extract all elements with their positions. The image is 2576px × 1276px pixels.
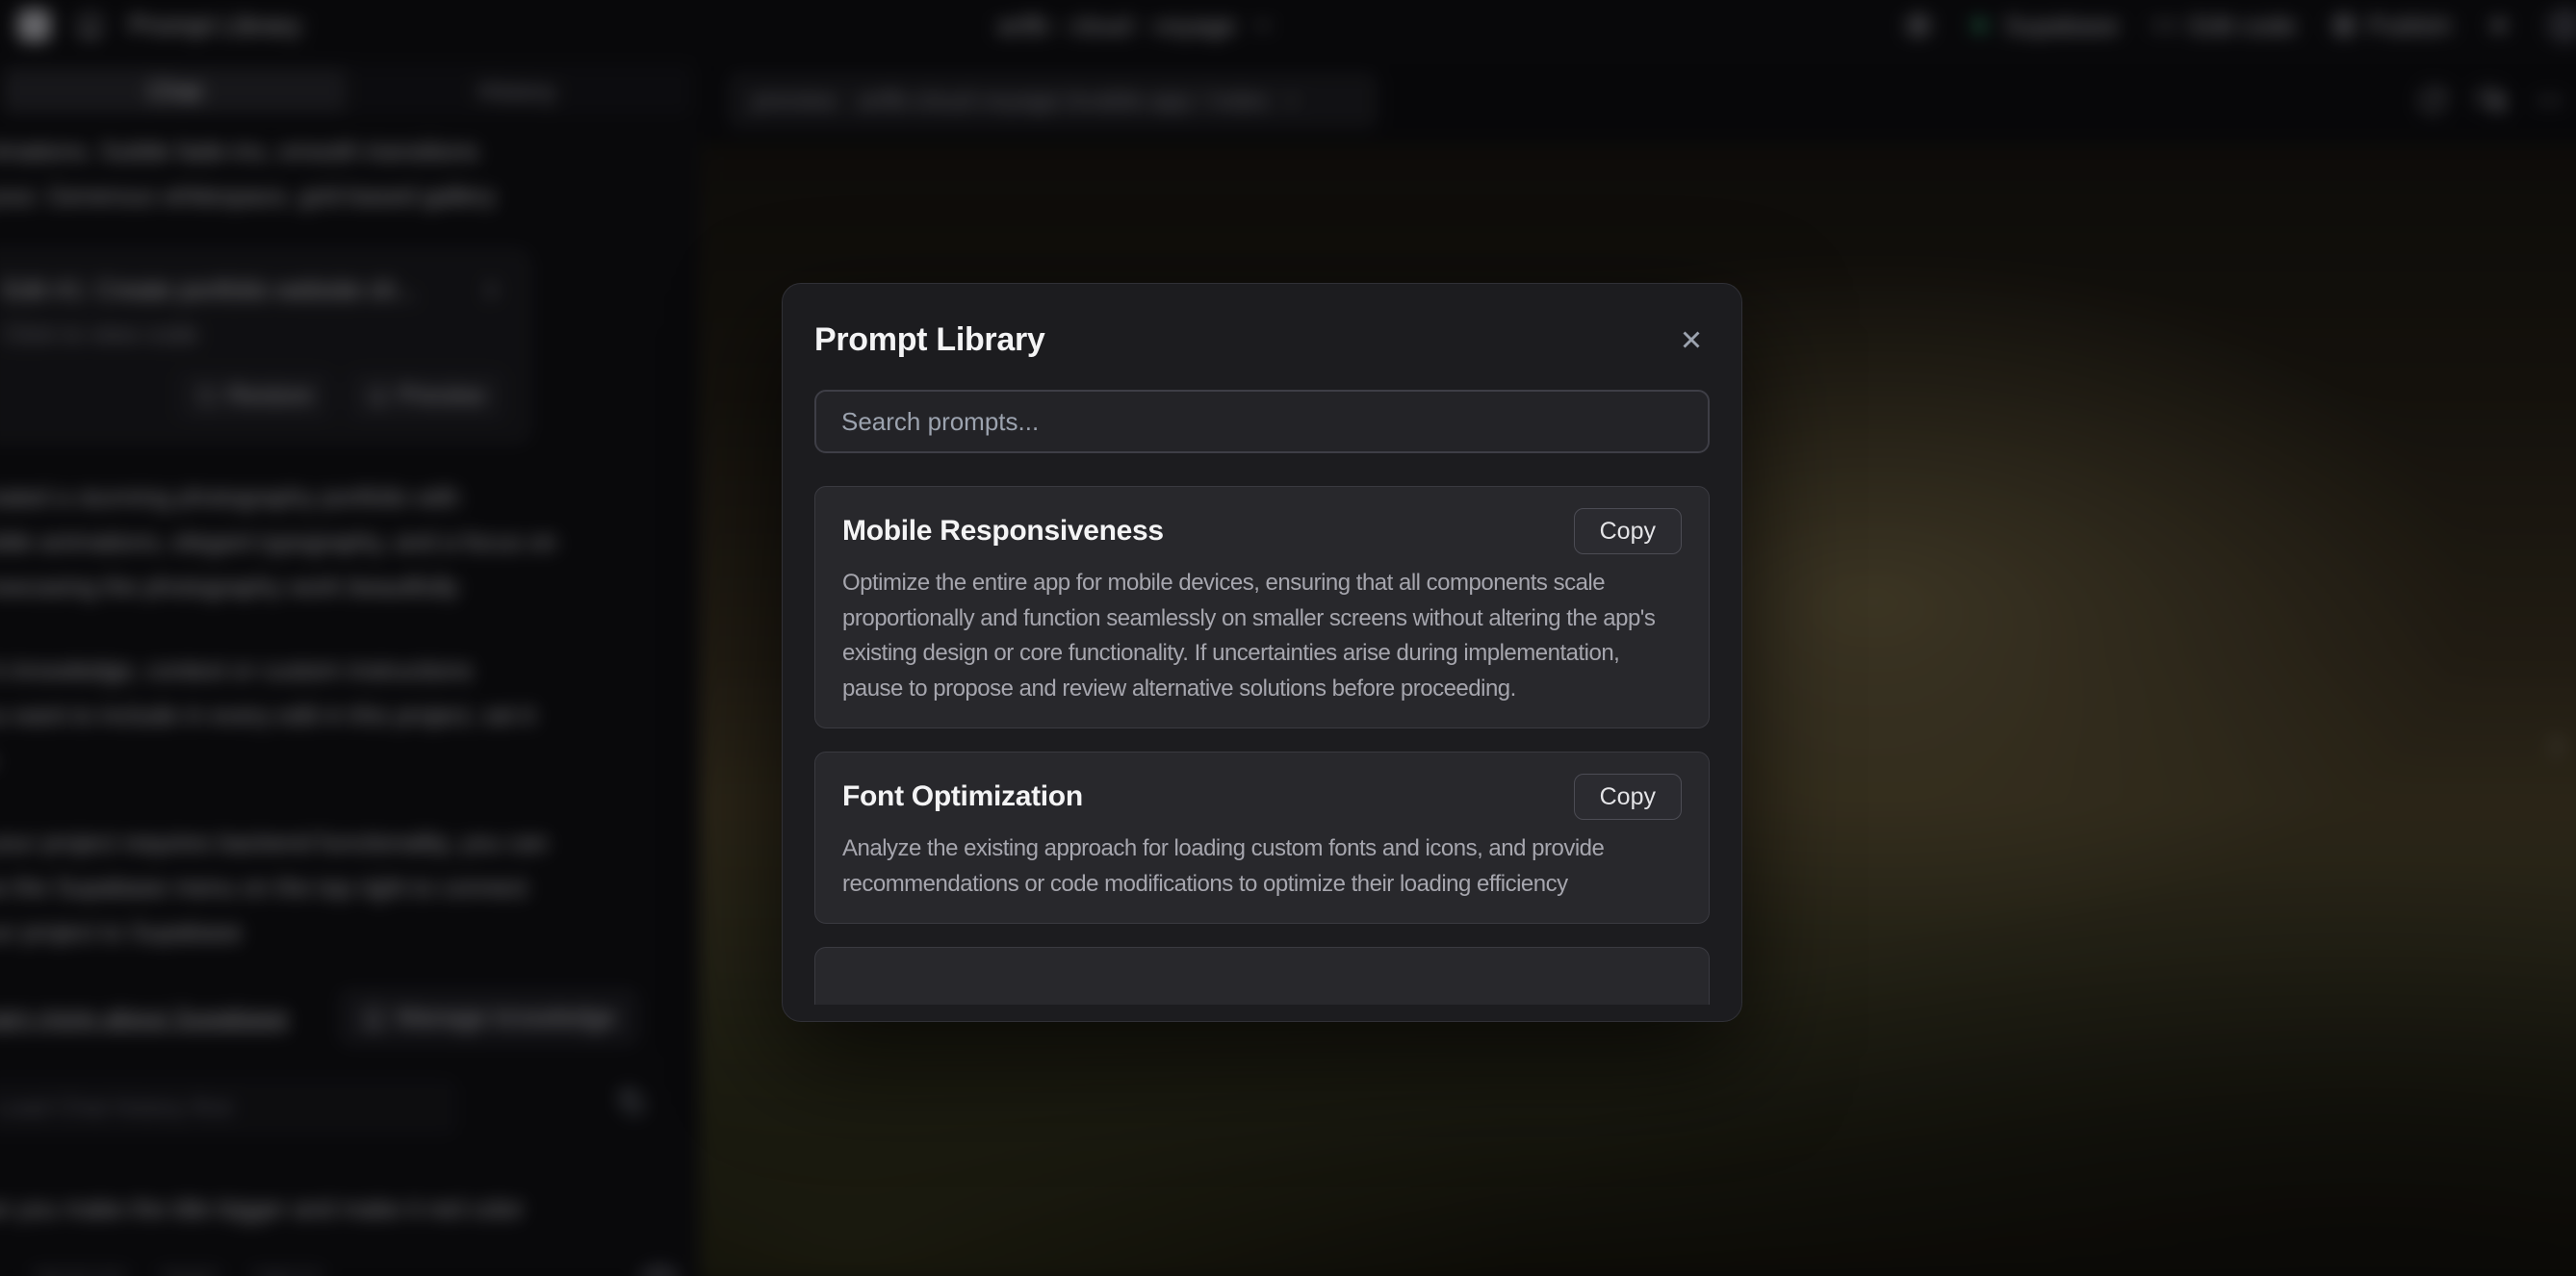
copy-button[interactable]: Copy: [1574, 508, 1682, 554]
prompt-card-clipped: [814, 947, 1710, 1005]
prompt-title: Mobile Responsiveness: [842, 515, 1164, 548]
search-input[interactable]: [814, 390, 1710, 453]
app-root: Prompt Library artfb - cloud - voyage Su…: [0, 0, 2576, 1276]
modal-header: Prompt Library: [814, 317, 1710, 363]
prompt-library-modal: Prompt Library Mobile Responsiveness Cop…: [782, 283, 1742, 1022]
prompt-card-font-optimization: Font Optimization Copy Analyze the exist…: [814, 752, 1710, 924]
prompt-list: Mobile Responsiveness Copy Optimize the …: [814, 486, 1710, 1009]
prompt-description: Analyze the existing approach for loadin…: [842, 831, 1682, 902]
modal-title: Prompt Library: [814, 321, 1045, 359]
prompt-card-head: Mobile Responsiveness Copy: [842, 508, 1682, 554]
prompt-title: Font Optimization: [842, 780, 1083, 813]
copy-button[interactable]: Copy: [1574, 774, 1682, 820]
prompt-description: Optimize the entire app for mobile devic…: [842, 566, 1682, 706]
prompt-card-mobile-responsiveness: Mobile Responsiveness Copy Optimize the …: [814, 486, 1710, 728]
close-icon[interactable]: [1673, 321, 1710, 358]
prompt-card-head: Font Optimization Copy: [842, 774, 1682, 820]
